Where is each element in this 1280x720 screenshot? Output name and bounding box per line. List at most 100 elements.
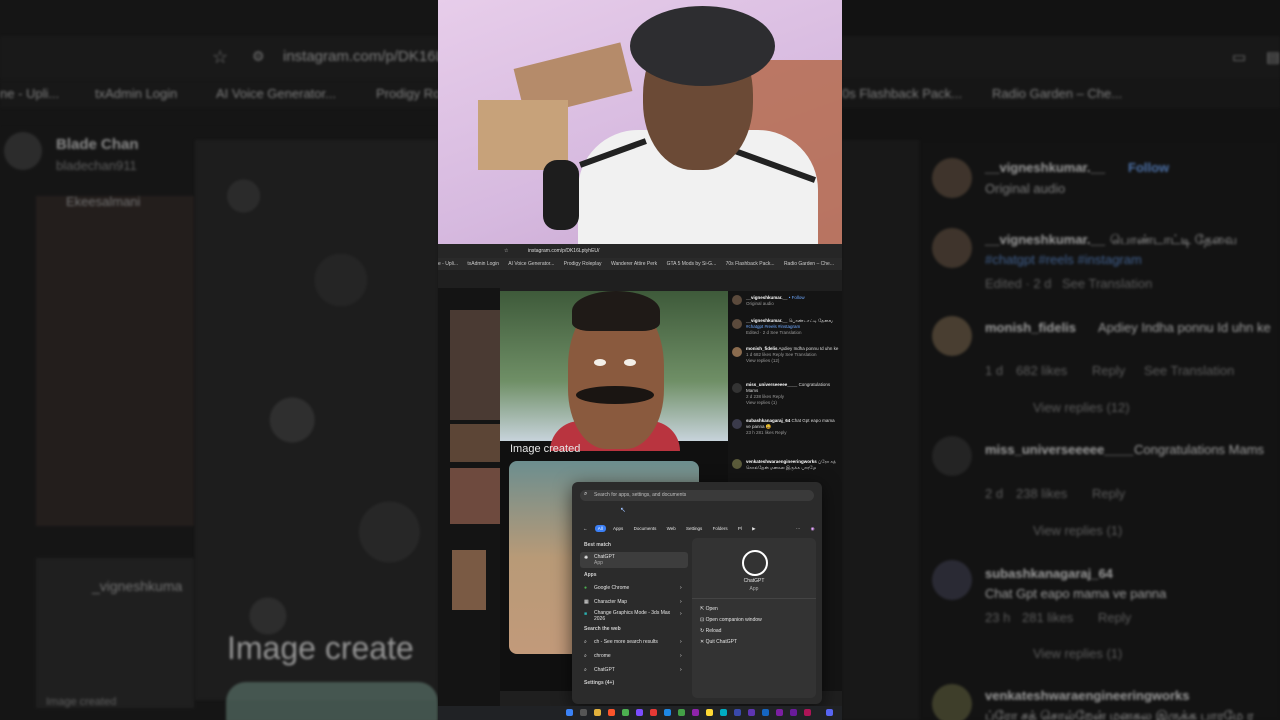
result-name: Google Chrome <box>594 585 630 591</box>
app-icon[interactable] <box>804 709 811 716</box>
post-photo-man <box>500 291 728 451</box>
app-icon[interactable] <box>706 709 713 716</box>
follow-link[interactable]: • Follow <box>789 295 805 300</box>
action-reload[interactable]: ↻ Reload <box>700 628 721 634</box>
background-url-text: instagram.com/p/DK16L <box>283 48 438 65</box>
result-name: ChatGPT <box>594 667 615 673</box>
comment-likes: 238 likes <box>1016 486 1068 501</box>
background-photo-corner <box>226 682 438 720</box>
comment-user: __vigneshkumar.__ <box>985 160 1105 175</box>
action-quit[interactable]: ✕ Quit ChatGPT <box>700 639 737 645</box>
avatar <box>932 158 972 198</box>
brave-icon[interactable] <box>608 709 615 716</box>
background-image-created-text: Image create <box>227 630 414 666</box>
profile-handle: bladechan911 <box>56 158 137 173</box>
chrome-icon: ● <box>584 585 588 591</box>
chatgpt-icon: ✺ <box>584 555 589 561</box>
comment-user: subashkanagaraj_64 <box>985 566 1113 581</box>
chrome-icon[interactable] <box>622 709 629 716</box>
microphone <box>543 160 579 230</box>
app-icon[interactable] <box>776 709 783 716</box>
bookmark-item: Prodigy Roleplay <box>563 261 602 267</box>
background-tree-image <box>195 140 438 700</box>
result-chatgpt[interactable]: ✺ ChatGPT App <box>580 552 688 568</box>
play-icon[interactable]: ▶ <box>749 525 758 532</box>
background-left-panel: ☆ ⚙ instagram.com/p/DK16L ne - Upli... t… <box>0 0 438 720</box>
bookmark-item: Radio Garden – Che... <box>992 86 1123 101</box>
tab-more[interactable]: Pl <box>735 525 745 532</box>
extensions-icon: ▤ <box>1266 49 1280 66</box>
caption-user: _vigneshkuma <box>92 578 183 594</box>
screen-ig-left <box>438 288 500 720</box>
comment-user: monish_fidelis <box>746 346 778 351</box>
app-icon[interactable] <box>692 709 699 716</box>
webcam-person-hair <box>630 6 775 86</box>
result-app[interactable]: ■ Change Graphics Mode - 3ds Max 2026 › <box>580 608 688 622</box>
app-icon[interactable] <box>664 709 671 716</box>
tab-web[interactable]: Web <box>664 525 679 532</box>
discord-icon[interactable] <box>826 709 833 716</box>
avatar <box>732 383 742 393</box>
comment-user: __vigneshkumar.__ <box>985 232 1105 247</box>
result-name: ch - See more search results <box>594 639 658 645</box>
app-icon[interactable] <box>678 709 685 716</box>
tab-apps[interactable]: Apps <box>610 525 626 532</box>
detail-sub: App <box>749 586 759 592</box>
back-arrow-icon[interactable]: ← <box>580 525 591 532</box>
background-address-bar: ☆ ⚙ instagram.com/p/DK16L <box>0 36 438 80</box>
tab-all[interactable]: All <box>594 525 606 532</box>
action-open[interactable]: ⇱ Open <box>700 606 718 612</box>
tab-documents[interactable]: Documents <box>631 525 660 532</box>
app-icon[interactable] <box>636 709 643 716</box>
thumbnail <box>450 310 500 420</box>
bookmark-item: txAdmin Login <box>467 261 500 267</box>
app-icon[interactable] <box>650 709 657 716</box>
view-replies-link[interactable]: View replies (1) <box>746 400 777 405</box>
result-name: Change Graphics Mode - 3ds Max 2026 <box>594 610 671 622</box>
result-app[interactable]: ● Google Chrome › <box>580 582 688 594</box>
bookmark-item: AI Voice Generator... <box>508 261 555 267</box>
tab-settings[interactable]: Settings <box>683 525 705 532</box>
result-web[interactable]: ⌕ chrome › <box>580 650 688 662</box>
comment-text: Chat Gpt eapo mama ve panna <box>985 586 1167 601</box>
result-name: Character Map <box>594 599 628 605</box>
comment-meta: 1 d 682 likes Reply See Translation <box>746 352 817 357</box>
avatar <box>932 316 972 356</box>
chevron-right-icon: › <box>680 653 682 659</box>
search-icon[interactable] <box>580 709 587 716</box>
background-right-panel: ▭ ▤ 0s Flashback Pack... Radio Garden – … <box>842 0 1280 720</box>
result-web[interactable]: ⌕ ch - See more search results › <box>580 636 688 648</box>
bookmark-star-icon: ☆ <box>212 47 229 67</box>
after-effects-icon[interactable] <box>748 709 755 716</box>
center-video-column: ☆ instagram.com/p/DK16LptyhEU/ e - Upli.… <box>438 0 842 720</box>
copilot-icon[interactable]: ◉ <box>808 525 818 532</box>
tab-folders[interactable]: Folders <box>710 525 731 532</box>
comment-likes: 682 likes <box>1016 363 1068 378</box>
app-icon[interactable] <box>720 709 727 716</box>
bookmark-item: 0s Flashback Pack... <box>842 86 962 101</box>
result-web[interactable]: ⌕ ChatGPT › <box>580 664 688 676</box>
comment-user: subashkanagaraj_64 <box>746 418 791 423</box>
bookmark-item: ne - Upli... <box>0 86 60 101</box>
file-explorer-icon[interactable] <box>594 709 601 716</box>
avatar <box>932 436 972 476</box>
photoshop-icon[interactable] <box>762 709 769 716</box>
app-icon[interactable] <box>790 709 797 716</box>
result-detail-pane: ChatGPT App ⇱ Open ⊡ Open companion wind… <box>692 538 816 698</box>
chevron-right-icon: › <box>680 667 682 673</box>
start-search-input[interactable]: Search for apps, settings, and documents <box>580 490 814 501</box>
windows-start-icon[interactable] <box>566 709 573 716</box>
premiere-icon[interactable] <box>734 709 741 716</box>
bookmark-item: e - Upli... <box>438 261 459 267</box>
site-settings-icon: ⚙ <box>252 48 265 64</box>
action-companion[interactable]: ⊡ Open companion window <box>700 617 762 623</box>
more-options-icon[interactable]: ⋯ <box>793 525 804 532</box>
action-label: Quit ChatGPT <box>705 639 737 645</box>
reply-link: Reply <box>1092 363 1126 378</box>
view-replies-link[interactable]: View replies (12) <box>746 358 779 363</box>
bookmark-item: Prodigy Ro <box>376 86 438 101</box>
result-app[interactable]: ▦ Character Map › <box>580 596 688 608</box>
bookmark-item: AI Voice Generator... <box>216 86 336 101</box>
view-replies-link: View replies (12) <box>1033 400 1130 415</box>
comment-text: ப்ரோ சத் சொல்றேன் மனசுல இருக்க பாரமே ர <box>985 708 1254 720</box>
